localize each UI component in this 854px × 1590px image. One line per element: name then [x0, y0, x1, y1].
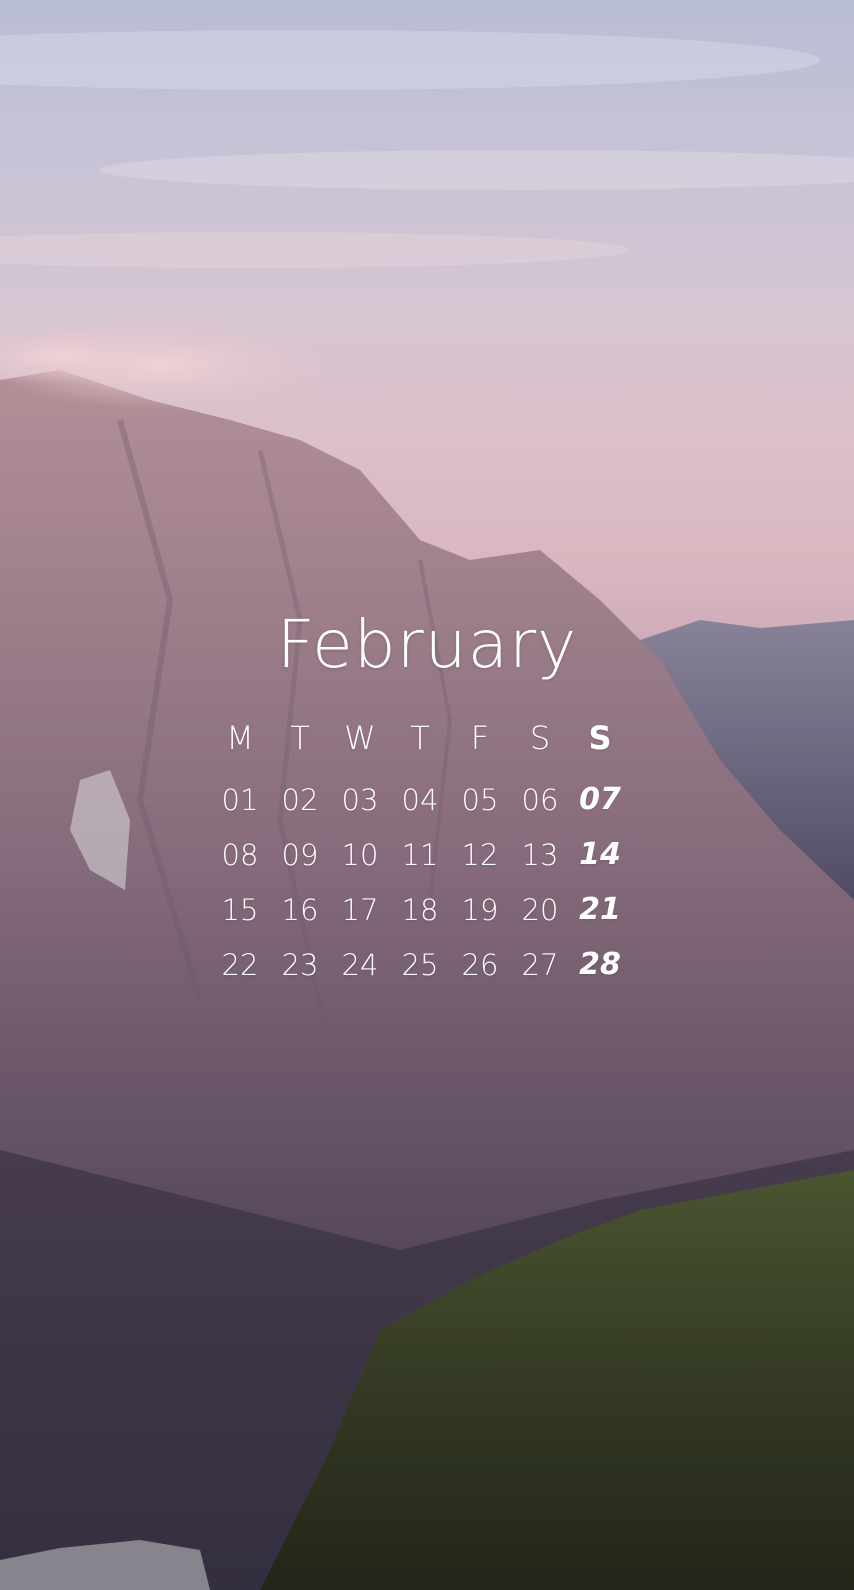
day-cell-sunday: 14 [579, 837, 621, 872]
weekday-header-sunday: S [588, 719, 612, 757]
day-cell: 02 [281, 783, 319, 817]
day-cell: 10 [341, 838, 379, 872]
weekday-header: F [470, 719, 490, 757]
weekday-header: W [344, 719, 376, 757]
week-row: 01 02 03 04 05 06 07 [210, 780, 630, 835]
weekday-header: T [290, 719, 310, 757]
day-cell: 24 [341, 948, 379, 982]
day-cell: 04 [401, 783, 439, 817]
day-cell: 19 [461, 893, 499, 927]
weekday-header: T [410, 719, 430, 757]
day-cell: 25 [401, 948, 439, 982]
week-row: 08 09 10 11 12 13 14 [210, 835, 630, 890]
day-cell: 01 [221, 783, 259, 817]
day-cell: 03 [341, 783, 379, 817]
day-cell: 22 [221, 948, 259, 982]
calendar-widget: February M T W T F S S 01 02 03 04 05 06… [0, 0, 854, 1590]
day-cell: 12 [461, 838, 499, 872]
weekday-header: M [226, 719, 254, 757]
weekday-header-row: M T W T F S S [210, 718, 630, 780]
day-cell: 11 [401, 838, 439, 872]
week-row: 22 23 24 25 26 27 28 [210, 945, 630, 1000]
day-cell: 08 [221, 838, 259, 872]
day-cell: 16 [281, 893, 319, 927]
day-cell: 26 [461, 948, 499, 982]
week-row: 15 16 17 18 19 20 21 [210, 890, 630, 945]
day-cell: 20 [521, 893, 559, 927]
day-cell: 05 [461, 783, 499, 817]
day-cell: 13 [521, 838, 559, 872]
month-title: February [276, 606, 578, 683]
weekday-header: S [529, 719, 551, 757]
day-cell: 23 [281, 948, 319, 982]
calendar-grid: M T W T F S S 01 02 03 04 05 06 07 08 09… [210, 718, 630, 1000]
day-cell: 06 [521, 783, 559, 817]
day-cell: 18 [401, 893, 439, 927]
day-cell: 15 [221, 893, 259, 927]
day-cell-sunday: 21 [579, 892, 621, 927]
day-cell: 27 [521, 948, 559, 982]
day-cell: 17 [341, 893, 379, 927]
day-cell-sunday: 07 [579, 782, 621, 817]
day-cell-sunday: 28 [579, 947, 621, 982]
day-cell: 09 [281, 838, 319, 872]
